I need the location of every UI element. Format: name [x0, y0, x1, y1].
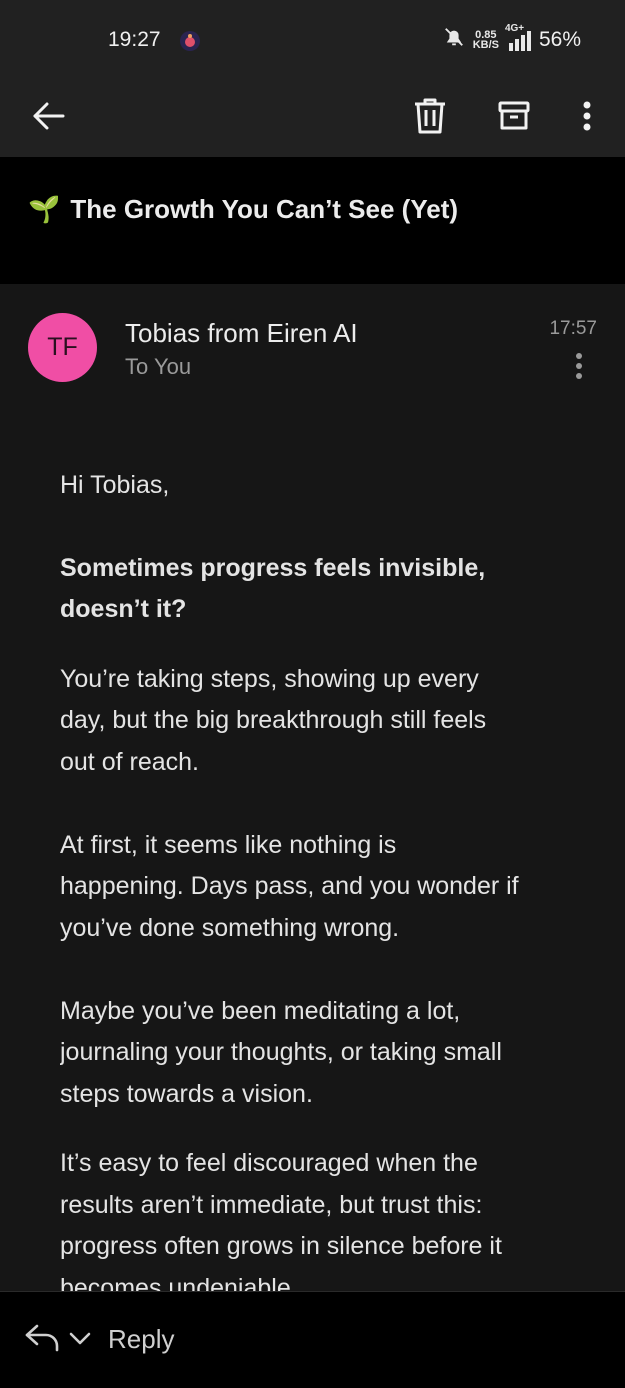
headline-line-2: doesn’t it? — [60, 595, 187, 623]
status-indicators: 0.85 KB/S 4G+ 56% — [443, 23, 581, 53]
reply-icon[interactable] — [24, 1322, 60, 1352]
message-more-button[interactable] — [565, 348, 593, 384]
back-button[interactable] — [21, 88, 77, 144]
paragraph-4-line-4: becomes undeniable. — [60, 1273, 298, 1292]
battery-level: 56% — [538, 27, 581, 51]
app-notification-icon — [179, 30, 201, 52]
delete-button[interactable] — [402, 88, 458, 144]
paragraph-2-line-1: At first, it seems like nothing is — [60, 830, 397, 859]
trash-icon — [415, 98, 445, 134]
paragraph-2-line-2: happening. Days pass, and you wonder if — [60, 872, 519, 900]
network-type: 4G+ — [504, 22, 525, 34]
reply-button[interactable]: Reply — [108, 1324, 174, 1355]
paragraph-1-line-3: out of reach. — [60, 747, 199, 776]
back-arrow-icon — [33, 102, 65, 130]
more-vert-icon — [576, 353, 582, 379]
status-time: 19:27 — [108, 28, 161, 51]
reply-bar: Reply — [0, 1291, 625, 1388]
sender-avatar[interactable]: TF — [28, 313, 97, 382]
subject-text: The Growth You Can’t See (Yet) — [70, 194, 459, 224]
greeting: Hi Tobias, — [60, 471, 170, 499]
network-speed-value: 0.85 — [475, 28, 497, 41]
paragraph-4-line-2: results aren’t immediate, but trust this… — [60, 1190, 483, 1219]
email-body: Hi Tobias, Sometimes progress feels invi… — [60, 465, 580, 1291]
message-time: 17:57 — [549, 318, 597, 339]
paragraph-4-line-3: progress often grows in silence before i… — [60, 1232, 502, 1260]
avatar-initials: TF — [47, 333, 78, 361]
paragraph-3-line-3: steps towards a vision. — [60, 1079, 313, 1108]
subject-bar: 🌱 The Growth You Can’t See (Yet) — [0, 157, 625, 284]
headline-line-1: Sometimes progress feels invisible, — [60, 553, 486, 582]
paragraph-1-line-2: day, but the big breakthrough still feel… — [60, 706, 487, 734]
paragraph-4-line-1: It’s easy to feel discouraged when the — [60, 1149, 478, 1177]
paragraph-3-line-2: journaling your thoughts, or taking smal… — [60, 1038, 502, 1066]
more-vert-icon — [583, 101, 591, 131]
sender-name[interactable]: Tobias from Eiren AI — [125, 318, 358, 349]
status-bar: 19:27 0.85 KB/S 4G+ 56% — [0, 0, 625, 80]
paragraph-3-line-1: Maybe you’ve been meditating a lot, — [60, 996, 461, 1025]
paragraph-2-line-3: you’ve done something wrong. — [60, 913, 400, 942]
paragraph-1-line-1: You’re taking steps, showing up every — [60, 664, 479, 693]
chevron-down-icon[interactable] — [68, 1328, 92, 1348]
network-speed-unit: KB/S — [472, 38, 499, 51]
seedling-icon: 🌱 — [28, 194, 61, 224]
email-toolbar — [0, 80, 625, 157]
bell-muted-icon — [443, 26, 465, 53]
message-header: TF Tobias from Eiren AI To You 17:57 — [0, 284, 625, 404]
email-subject: 🌱 The Growth You Can’t See (Yet) — [28, 194, 458, 225]
more-options-button[interactable] — [559, 88, 615, 144]
recipient-line[interactable]: To You — [125, 354, 191, 380]
archive-icon — [498, 101, 530, 130]
archive-button[interactable] — [486, 88, 542, 144]
signal-icon: 4G+ — [505, 23, 531, 51]
network-speed: 0.85 KB/S — [472, 28, 499, 51]
